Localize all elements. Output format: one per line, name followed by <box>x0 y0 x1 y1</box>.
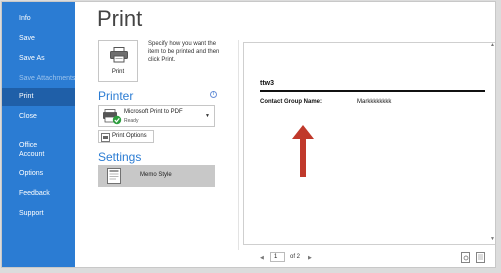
print-button[interactable]: Print <box>98 40 138 82</box>
sidebar-item-support[interactable]: Support <box>2 205 75 223</box>
pane-divider <box>238 40 239 250</box>
printer-select[interactable]: Microsoft Print to PDF Ready ▼ <box>98 105 215 127</box>
backstage-window: Info Save Save As Save Attachments Print… <box>1 1 496 268</box>
actual-size-icon[interactable] <box>461 252 471 263</box>
scroll-down-icon[interactable]: ▼ <box>490 236 495 242</box>
sidebar-item-info[interactable]: Info <box>2 10 75 28</box>
print-preview: ttw3 Contact Group Name: Markkkkkkkk <box>243 42 495 245</box>
next-page-icon[interactable]: ▶ <box>308 255 312 261</box>
print-pane: Print Print Specify how you want the ite… <box>75 2 495 267</box>
sidebar-item-print[interactable]: Print <box>2 88 75 106</box>
preview-field-value: Markkkkkkkk <box>357 99 392 105</box>
pdf-printer-icon <box>103 109 122 125</box>
sidebar-item-close[interactable]: Close <box>2 108 75 126</box>
printer-name: Microsoft Print to PDF <box>124 109 183 115</box>
print-options-label: Print Options <box>112 133 147 139</box>
sidebar-item-options[interactable]: Options <box>2 165 75 183</box>
preview-rule <box>260 90 485 92</box>
preview-title: ttw3 <box>260 80 274 87</box>
memo-style-icon <box>107 168 121 184</box>
settings-heading: Settings <box>98 150 142 164</box>
page-count: of 2 <box>290 254 301 260</box>
scroll-up-icon[interactable]: ▲ <box>490 42 495 48</box>
page-title: Print <box>97 6 143 31</box>
print-button-label: Print <box>111 69 125 75</box>
preview-field-label: Contact Group Name: <box>260 99 323 105</box>
sidebar-item-feedback[interactable]: Feedback <box>2 185 75 203</box>
memo-style-label: Memo Style <box>140 172 172 178</box>
info-icon[interactable]: i <box>210 91 217 98</box>
sidebar-item-save[interactable]: Save <box>2 30 75 48</box>
one-page-icon[interactable] <box>476 252 486 263</box>
page-number-input[interactable]: 1 <box>270 252 285 262</box>
printer-heading: Printer <box>98 89 134 103</box>
sidebar-item-office-account[interactable]: Office Account <box>2 138 62 162</box>
print-help-text: Specify how you want the item to be prin… <box>148 41 220 63</box>
sidebar-item-save-attachments: Save Attachments <box>19 75 76 82</box>
up-arrow-annotation-icon <box>292 125 314 177</box>
sidebar-item-save-as[interactable]: Save As <box>2 50 75 68</box>
page-navigator: ◀ 1 of 2 ▶ <box>243 250 495 266</box>
print-options-icon <box>101 133 110 142</box>
print-options-button[interactable]: Print Options <box>98 130 154 143</box>
sidebar: Info Save Save As Save Attachments Print… <box>2 2 75 267</box>
printer-status: Ready <box>124 118 139 124</box>
previous-page-icon[interactable]: ◀ <box>260 255 264 261</box>
chevron-down-icon: ▼ <box>205 113 210 119</box>
printer-icon <box>110 47 128 63</box>
memo-style-option[interactable]: Memo Style <box>98 165 215 187</box>
